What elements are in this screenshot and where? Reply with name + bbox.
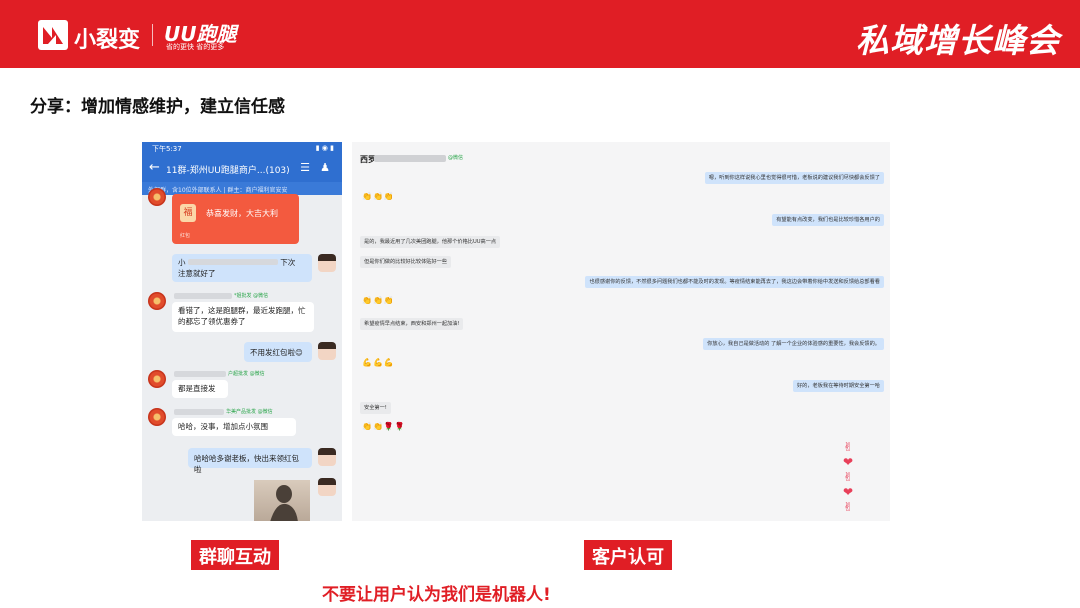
brand-logo-icon: [38, 20, 68, 50]
filter-icon[interactable]: ☰: [300, 161, 310, 174]
group-title: 11群-郑州UU跑腿商户...(103): [166, 166, 290, 176]
avatar[interactable]: [318, 448, 336, 466]
avatar[interactable]: [148, 408, 166, 426]
private-chat-header: 西罗 @微信: [352, 142, 890, 172]
uu-slogan: 省的更快 省的更多: [166, 43, 225, 51]
message-suffix: 下次: [280, 258, 296, 267]
contact-tag: @微信: [448, 155, 464, 161]
message-emoji: 👏👏👏: [362, 192, 395, 201]
avatar[interactable]: [318, 478, 336, 496]
blurred-name: [174, 371, 226, 377]
private-chat-screenshot: 西罗 @微信 嗯，听到你这样说我心里也觉得很可惜，老板说的建议我们尽快都会反馈了…: [352, 142, 890, 521]
blurred-name: [374, 155, 446, 162]
label-group-chat: 群聊互动: [191, 540, 279, 570]
message-bubble: 是的，我最近用了几次美团跑腿，他那个价格比UU高一点: [360, 236, 501, 248]
phone-status-bar: 下午5:37 ▮ ◉ ▮: [142, 142, 342, 156]
slide-title: 分享：增加情感维护，建立信任感: [30, 97, 285, 117]
message-bubble: 希望疫情早点结束，西安和郑州一起加油!: [360, 318, 464, 330]
message-bubble: 看错了，这是跑腿群，最近发跑腿，忙的都忘了领优惠券了: [172, 302, 314, 332]
back-arrow-icon[interactable]: ←: [149, 161, 160, 175]
message-emoji: 👏👏👏: [362, 296, 395, 305]
message-bubble: 也很感谢你的反馈，不然很多问题我们也都不能及时的发现。等疫情结束能再去了，我这边…: [585, 276, 884, 288]
message-bubble: 不用发红包啦😊: [244, 342, 312, 362]
footer-note: 不要让用户认为我们是机器人!: [322, 585, 551, 605]
message-bubble: 哈哈哈多谢老板，快出来领红包啦: [188, 448, 312, 474]
avatar[interactable]: [318, 254, 336, 272]
person-silhouette-icon: [270, 485, 298, 521]
slide: 小裂变 UU跑腿 省的更快 省的更多 私域增长峰会 分享：增加情感维护，建立信任…: [0, 0, 1080, 608]
chat-header: ← 11群-郑州UU跑腿商户...(103) ☰ ♟: [142, 156, 342, 182]
message-emoji: 👏👏🌹🌹: [362, 422, 406, 431]
brand-divider: [152, 24, 153, 46]
status-icons: ▮ ◉ ▮: [315, 144, 334, 152]
message-bubble: 但是你们做的比较好比较体贴好一些: [360, 256, 452, 268]
group-chat-screenshot: 下午5:37 ▮ ◉ ▮ ← 11群-郑州UU跑腿商户...(103) ☰ ♟ …: [142, 142, 342, 521]
message-text: 注意就好了: [178, 269, 216, 278]
message-emoji: 💪💪💪: [362, 358, 395, 367]
message-bubble: 有望能有点改变，我们也是比较珍惜各用户的: [772, 214, 884, 226]
avatar[interactable]: [148, 292, 166, 310]
event-title: 私域增长峰会: [856, 21, 1060, 60]
message-bubble: 好的，老板我在等待时期安全第一哈: [792, 380, 884, 392]
message-bubble: 小 下次 注意就好了: [172, 254, 312, 282]
red-packet-icon: 福: [180, 204, 196, 222]
red-packet-card[interactable]: 福 恭喜发财，大吉大利 红包: [172, 194, 299, 244]
status-time: 下午5:37: [152, 145, 182, 153]
sender-tag: 户超批发 @微信: [228, 371, 265, 377]
sender-tag: *姐批发 @微信: [234, 293, 269, 299]
message-bubble: 都是直接发: [172, 380, 228, 398]
blurred-name: [174, 409, 224, 415]
blurred-name: [174, 293, 232, 299]
blurred-name: [187, 259, 278, 265]
member-icon[interactable]: ♟: [320, 161, 330, 174]
red-packet-text: 恭喜发财，大吉大利: [206, 209, 278, 218]
label-customer-recognition: 客户认可: [584, 540, 672, 570]
heart-gesture-emoji-column: ✌ ❤ ✌ ❤ ✌: [842, 440, 854, 514]
avatar[interactable]: [148, 188, 166, 206]
red-packet-label: 红包: [180, 233, 191, 239]
message-prefix: 小: [178, 258, 186, 267]
message-bubble: 嗯，听到你这样说我心里也觉得很可惜，老板说的建议我们尽快都会反馈了: [704, 172, 884, 184]
message-bubble: 你放心，我自己是做活动的 了解一个企业的体验感的重要性，我会反馈的。: [703, 338, 884, 350]
avatar[interactable]: [318, 342, 336, 360]
sender-tag: 华美产品批发 @微信: [226, 409, 273, 415]
avatar[interactable]: [148, 370, 166, 388]
top-banner: 小裂变 UU跑腿 省的更快 省的更多 私域增长峰会: [0, 0, 1080, 68]
message-bubble: 哈哈，没事，增加点小氛围: [172, 418, 296, 436]
brand-name: 小裂变: [74, 28, 141, 53]
photo-message[interactable]: [254, 480, 310, 521]
message-bubble: 安全第一!: [360, 402, 391, 414]
